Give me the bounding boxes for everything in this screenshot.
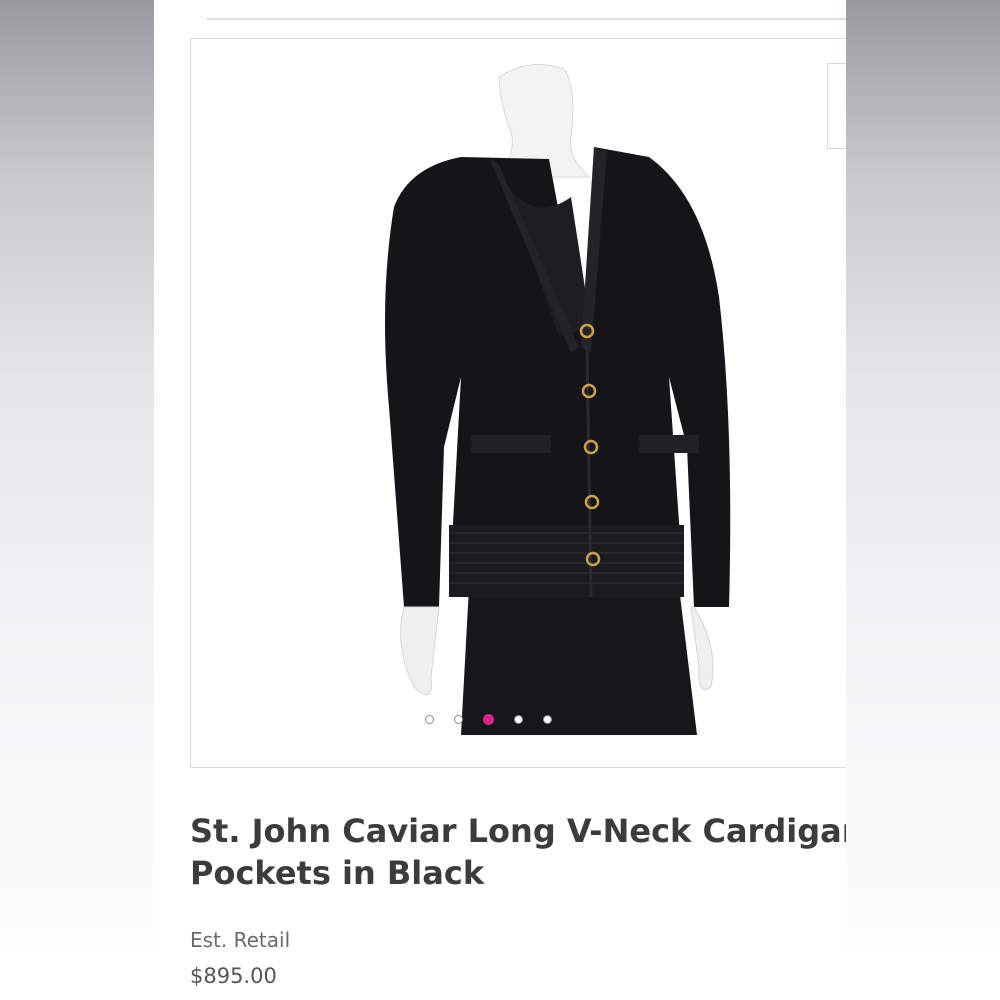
divider: [207, 18, 846, 20]
product-title: St. John Caviar Long V-Neck Cardigan w/ …: [190, 810, 846, 894]
product-title-line-2: Pockets in Black: [190, 854, 485, 892]
pagination-dot-1[interactable]: [425, 715, 434, 724]
gallery-pagination: [154, 708, 846, 726]
estimated-retail-label: Est. Retail: [190, 928, 291, 952]
left-background: [0, 0, 154, 1000]
product-photo[interactable]: [199, 47, 846, 735]
product-title-line-1: St. John Caviar Long V-Neck Cardigan w/: [190, 812, 846, 850]
product-page: St. John Caviar Long V-Neck Cardigan w/ …: [154, 0, 846, 1000]
next-image-tab[interactable]: [827, 63, 846, 149]
product-image-gallery[interactable]: [190, 38, 846, 768]
pagination-dot-3-active[interactable]: [483, 714, 494, 725]
pagination-dot-2[interactable]: [454, 715, 463, 724]
pagination-dot-4[interactable]: [514, 715, 523, 724]
cardigan-image: [385, 64, 731, 735]
pagination-dot-5[interactable]: [543, 715, 552, 724]
right-background: [846, 0, 1000, 1000]
product-price: $895.00: [190, 964, 277, 988]
